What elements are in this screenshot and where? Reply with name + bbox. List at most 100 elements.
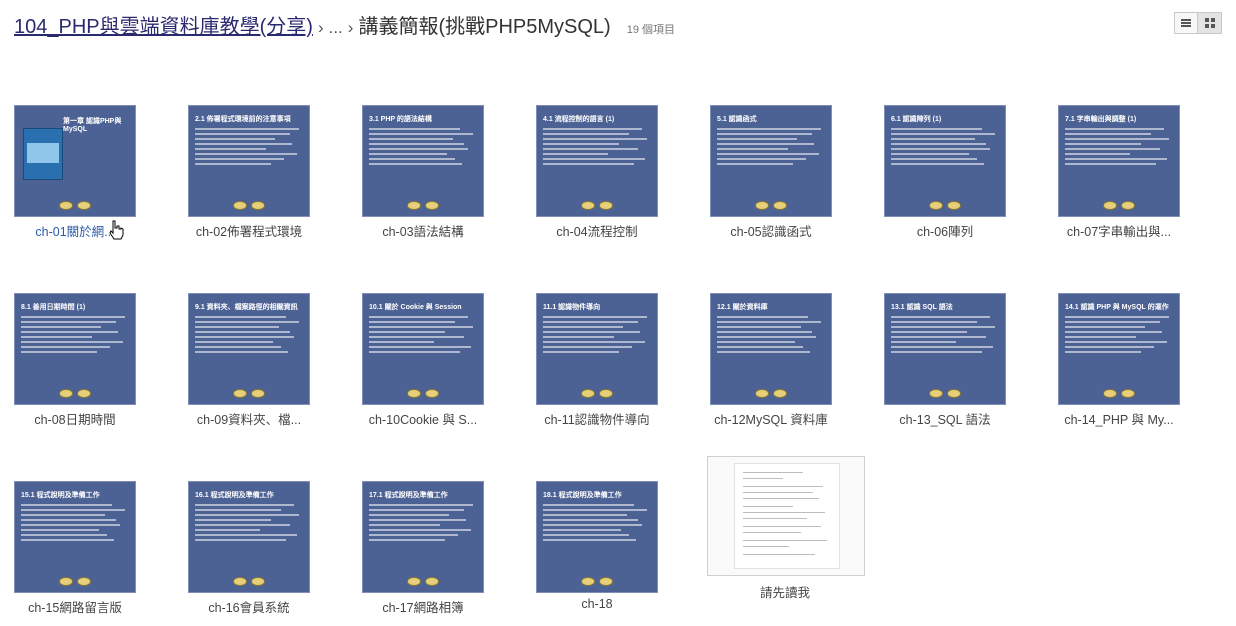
file-name: ch-13_SQL 語法 [899, 413, 991, 427]
slide-next-oval-icon [251, 389, 265, 398]
slide-nav-buttons [15, 577, 135, 586]
grid-view-button[interactable] [1198, 12, 1222, 34]
slide-text-lines [21, 504, 129, 544]
file-name: 請先讀我 [759, 586, 810, 600]
slide-prev-oval-icon [581, 201, 595, 210]
slide-heading: 13.1 認識 SQL 語法 [891, 304, 953, 311]
slide-nav-buttons [537, 577, 657, 586]
slide-prev-oval-icon [233, 577, 247, 586]
slide-next-oval-icon [77, 201, 91, 210]
slide-text-lines [369, 504, 477, 544]
slide-prev-oval-icon [233, 201, 247, 210]
slide-nav-buttons [1059, 389, 1179, 398]
slide-next-oval-icon [599, 577, 613, 586]
slide-nav-buttons [189, 389, 309, 398]
slide-prev-oval-icon [233, 389, 247, 398]
file-name: ch-17網路相簿 [382, 601, 464, 615]
list-view-button[interactable] [1174, 12, 1198, 34]
slide-nav-buttons [537, 389, 657, 398]
breadcrumb-separator: › [317, 18, 324, 37]
slide-nav-buttons [1059, 201, 1179, 210]
slide-nav-buttons [363, 389, 483, 398]
slide-next-oval-icon [251, 577, 265, 586]
file-name: ch-18 [581, 597, 613, 611]
file-name: ch-03語法結構 [382, 225, 464, 239]
hand-pointer-icon [109, 220, 124, 240]
slide-prev-oval-icon [581, 389, 595, 398]
slide-thumbnail: 9.1 資料夾、檔案路徑的相關資訊 [188, 293, 310, 405]
slide-thumbnail: 4.1 流程控制的語言 (1) [536, 105, 658, 217]
slide-heading: 15.1 程式說明及準備工作 [21, 492, 100, 499]
slide-thumbnail: 6.1 認識陣列 (1) [884, 105, 1006, 217]
slide-prev-oval-icon [59, 577, 73, 586]
file-name: ch-09資料夾、檔... [196, 413, 302, 427]
slide-text-lines [543, 128, 651, 168]
file-name: ch-15網路留言版 [28, 601, 122, 615]
slide-next-oval-icon [1121, 389, 1135, 398]
file-name: ch-08日期時間 [34, 413, 116, 427]
slide-thumbnail: 15.1 程式說明及準備工作 [14, 481, 136, 593]
slide-nav-buttons [711, 201, 831, 210]
slide-thumbnail: 第一章 認識PHP與MySQL [14, 105, 136, 217]
slide-text-lines [717, 128, 825, 168]
file-name: ch-05認識函式 [730, 225, 812, 239]
slide-prev-oval-icon [407, 201, 421, 210]
slide-prev-oval-icon [755, 389, 769, 398]
slide-next-oval-icon [947, 389, 961, 398]
file-name: ch-12MySQL 資料庫 [714, 413, 828, 427]
slide-text-lines [891, 316, 999, 356]
slide-text-lines [1065, 316, 1173, 356]
file-name: ch-07字串輸出與... [1066, 225, 1172, 239]
slide-heading: 18.1 程式說明及準備工作 [543, 492, 622, 499]
slide-text-lines [195, 316, 303, 356]
slide-prev-oval-icon [1103, 201, 1117, 210]
slide-text-lines [891, 128, 999, 168]
slide-nav-buttons [363, 577, 483, 586]
slide-text-lines [543, 316, 651, 356]
slide-prev-oval-icon [1103, 389, 1117, 398]
slide-prev-oval-icon [407, 389, 421, 398]
slide-text-lines [195, 128, 303, 168]
slide-nav-buttons [711, 389, 831, 398]
slide-next-oval-icon [425, 201, 439, 210]
slide-thumbnail: 18.1 程式說明及準備工作 [536, 481, 658, 593]
grid-view-icon [1204, 18, 1215, 28]
slide-thumbnail: 2.1 佈署程式環境前的注意事項 [188, 105, 310, 217]
file-name: ch-10Cookie 與 S... [368, 413, 478, 427]
slide-nav-buttons [189, 577, 309, 586]
slide-prev-oval-icon [407, 577, 421, 586]
breadcrumb: 104_PHP與雲端資料庫教學(分享) › ... › 講義簡報(挑戰PHP5M… [14, 10, 675, 40]
slide-text-lines [195, 504, 303, 544]
slide-heading: 8.1 善用日期時間 (1) [21, 304, 86, 311]
file-name: ch-14_PHP 與 My... [1064, 413, 1174, 427]
slide-nav-buttons [189, 201, 309, 210]
slide-prev-oval-icon [929, 201, 943, 210]
slide-nav-buttons [885, 201, 1005, 210]
slide-thumbnail: 5.1 認識函式 [710, 105, 832, 217]
document-page-preview [734, 463, 840, 569]
slide-text-lines [543, 504, 651, 544]
item-count: 19 個項目 [626, 24, 675, 36]
slide-next-oval-icon [77, 389, 91, 398]
slide-next-oval-icon [1121, 201, 1135, 210]
slide-thumbnail: 14.1 認識 PHP 與 MySQL 的運作 [1058, 293, 1180, 405]
slide-nav-buttons [15, 389, 135, 398]
slide-heading: 5.1 認識函式 [717, 116, 757, 123]
slide-prev-oval-icon [59, 201, 73, 210]
slide-text-lines [1065, 128, 1173, 168]
slide-text-lines [717, 316, 825, 356]
slide-thumbnail: 11.1 認識物件導向 [536, 293, 658, 405]
page-title: 講義簡報(挑戰PHP5MySQL) [358, 16, 611, 38]
slide-thumbnail: 17.1 程式說明及準備工作 [362, 481, 484, 593]
breadcrumb-parent-link[interactable]: 104_PHP與雲端資料庫教學(分享) [14, 10, 313, 39]
document-thumbnail [707, 456, 865, 576]
breadcrumb-ellipsis[interactable]: ... [329, 18, 343, 38]
slide-next-oval-icon [599, 201, 613, 210]
slide-heading: 第一章 認識PHP與MySQL [63, 118, 122, 133]
slide-heading: 6.1 認識陣列 (1) [891, 116, 942, 123]
slide-next-oval-icon [251, 201, 265, 210]
slide-text-lines [21, 316, 129, 356]
slide-heading: 16.1 程式說明及準備工作 [195, 492, 274, 499]
slide-text-lines [369, 316, 477, 356]
slide-next-oval-icon [773, 389, 787, 398]
